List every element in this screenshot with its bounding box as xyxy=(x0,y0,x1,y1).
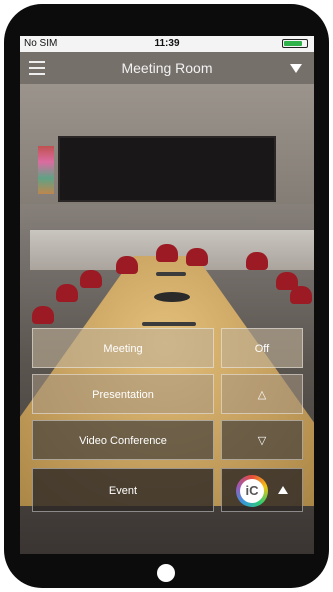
navigation-bar: Meeting Room xyxy=(20,52,314,84)
clock: 11:39 xyxy=(154,38,180,49)
off-button[interactable]: Off xyxy=(221,328,303,368)
status-bar: No SIM 11:39 xyxy=(20,36,314,52)
ic-logo-text: iC xyxy=(240,479,264,503)
tv-screen xyxy=(58,136,276,202)
meeting-button[interactable]: Meeting xyxy=(32,328,214,368)
event-button[interactable]: Event xyxy=(32,468,214,512)
volume-down-button[interactable]: ▽ xyxy=(221,420,303,460)
volume-up-button[interactable]: △ xyxy=(221,374,303,414)
presentation-button[interactable]: Presentation xyxy=(32,374,214,414)
page-title: Meeting Room xyxy=(121,60,213,76)
room-dropdown-icon[interactable] xyxy=(290,64,302,73)
video-conference-button[interactable]: Video Conference xyxy=(32,420,214,460)
home-button[interactable] xyxy=(157,564,175,582)
ic-logo-icon: iC xyxy=(236,475,268,507)
battery-icon xyxy=(282,39,308,48)
ic-menu-button[interactable]: iC xyxy=(221,468,303,512)
app-screen: No SIM 11:39 Meeting Room Meeting Off Pr… xyxy=(20,36,314,554)
expand-up-icon xyxy=(278,486,288,494)
